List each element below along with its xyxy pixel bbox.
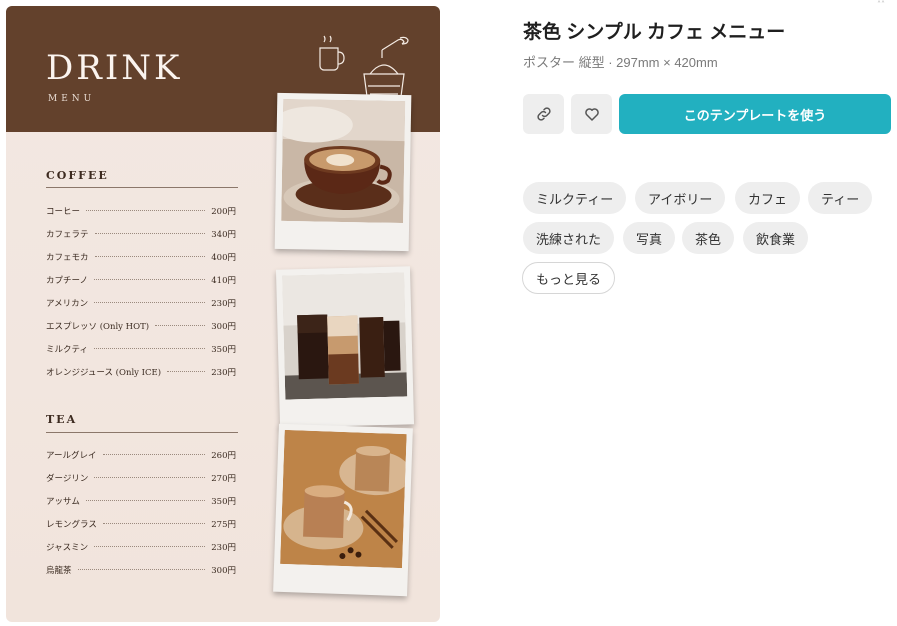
menu-item: アールグレイ 260円: [46, 450, 236, 461]
menu-item: ダージリン 270円: [46, 473, 236, 484]
menu-item: レモングラス 275円: [46, 519, 236, 530]
poster-title: DRINK: [46, 48, 183, 88]
favorite-button[interactable]: [571, 94, 612, 134]
menu-item: ミルクティ 350円: [46, 344, 236, 355]
poster-subtitle: MENU: [48, 94, 96, 104]
tea-menu-list: アールグレイ 260円 ダージリン 270円 アッサム 350円 レモングラス 275円…: [46, 443, 236, 581]
tag-photo[interactable]: 写真: [623, 222, 676, 254]
tag-tea[interactable]: ティー: [808, 182, 873, 214]
menu-item: オレンジジュース (Only ICE) 230円: [46, 367, 236, 378]
copy-link-button[interactable]: [523, 94, 564, 134]
menu-item: エスプレッソ (Only HOT) 300円: [46, 321, 236, 332]
menu-item: アメリカン 230円: [46, 298, 236, 309]
menu-item: カフェラテ 340円: [46, 229, 236, 240]
show-more-tags-button[interactable]: もっと見る: [522, 262, 616, 294]
template-preview[interactable]: DRINK MENU COFFEE コーヒー 200円 カフェラテ 340円 カフェ…: [6, 6, 440, 622]
coffee-menu-list: コーヒー 200円 カフェラテ 340円 カフェモカ 400円 カプチーノ 410円 ア…: [46, 199, 236, 383]
tag-milk-tea[interactable]: ミルクティー: [523, 182, 627, 214]
menu-item: 烏龍茶 300円: [46, 565, 236, 576]
tea-heading: TEA: [46, 413, 78, 426]
milk-tea-photo: [273, 423, 413, 597]
heart-icon: [584, 108, 599, 121]
use-template-button[interactable]: このテンプレートを使う: [619, 94, 891, 134]
menu-item: カプチーノ 410円: [46, 275, 236, 286]
template-title: 茶色 シンプル カフェ メニュー: [523, 22, 786, 43]
iced-coffee-photo: [275, 266, 415, 428]
latte-art-photo: [274, 92, 412, 252]
menu-item: ジャスミン 230円: [46, 542, 236, 553]
menu-item: コーヒー 200円: [46, 206, 236, 217]
menu-item: アッサム 350円: [46, 496, 236, 507]
coffee-rule: [46, 187, 238, 188]
menu-item: カフェモカ 400円: [46, 252, 236, 263]
tag-brown[interactable]: 茶色: [682, 222, 735, 254]
corner-dots-icon: ˄˄: [877, 0, 885, 9]
tea-rule: [46, 432, 238, 433]
tag-refined[interactable]: 洗練された: [523, 222, 615, 254]
link-icon: [536, 107, 551, 121]
tag-cafe[interactable]: カフェ: [735, 182, 801, 214]
tag-food-industry[interactable]: 飲食業: [743, 222, 809, 254]
template-size: ポスター 縦型 · 297mm × 420mm: [523, 55, 718, 70]
coffee-heading: COFFEE: [46, 169, 109, 182]
tag-ivory[interactable]: アイボリー: [635, 182, 726, 214]
